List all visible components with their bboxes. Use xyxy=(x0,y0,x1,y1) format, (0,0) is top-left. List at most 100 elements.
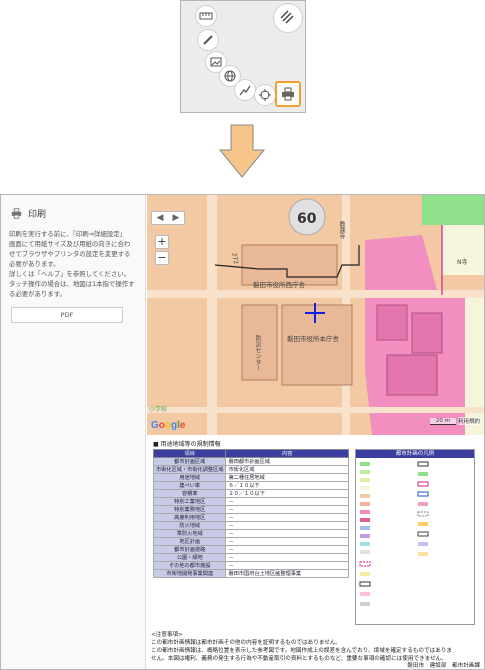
row-value: － xyxy=(225,545,349,554)
table-row: 公園・緑地－ xyxy=(152,553,349,562)
locate-icon xyxy=(259,89,271,101)
legend-swatches xyxy=(359,461,429,606)
route-icon xyxy=(239,85,251,96)
fire-center-label: 防災センター xyxy=(254,335,261,371)
row-key: 市街地開発事業関連 xyxy=(152,569,227,578)
table-header: 内容 xyxy=(225,449,349,458)
zone-number-label: 60 xyxy=(297,211,317,227)
row-value: 第二種住居地域 xyxy=(225,473,349,482)
locate-button[interactable] xyxy=(254,84,276,106)
row-key: 市街化区域・市街化調整区域 xyxy=(152,465,227,474)
legend-panel: 都市計画の凡例 xyxy=(355,449,475,625)
down-arrow-icon xyxy=(219,124,265,178)
row-key: 特別工業地区 xyxy=(152,497,227,506)
table-row: 特別業務地区－ xyxy=(152,505,349,514)
row-key: 建ぺい率 xyxy=(152,481,227,490)
school-label: 小学校 xyxy=(149,406,168,413)
row-value: － xyxy=(225,537,349,546)
table-row: 高度利用地区－ xyxy=(152,513,349,522)
regulation-info: ■ 用途地域等の規制情報 項目 内容 都市計画区域 磐田都市計画区域 市街化区域・市… xyxy=(147,435,484,669)
table-row: 都市計画区域 磐田都市計画区域 xyxy=(152,457,349,466)
map-view[interactable]: ◀ ▶ + − 60 磐田市役所西庁舎 磐田市役所本庁舎 教蓮寺 防災センター 2… xyxy=(147,195,484,435)
menu-button[interactable] xyxy=(273,3,303,33)
row-key: 準防火地域 xyxy=(152,529,227,538)
row-key: 特別業務地区 xyxy=(152,505,227,514)
instruction-line: 印刷を実行する前に、「印刷⇒詳細設定」 xyxy=(9,230,126,238)
temple-label: 教蓮寺 xyxy=(338,221,345,239)
row-value: － xyxy=(225,561,349,570)
table-row: 市街化区域・市街化調整区域 市街化区域 xyxy=(152,465,349,474)
footer-department: 磐田市 建設部 都市計画課 xyxy=(407,663,480,669)
globe-icon xyxy=(224,70,236,82)
regulation-table: 項目 内容 都市計画区域 磐田都市計画区域 市街化区域・市街化調整区域 市街化区域 用途… xyxy=(152,449,349,578)
table-row: 容積率 ２０／１０以下 xyxy=(152,489,349,498)
info-heading: ■ 用途地域等の規制情報 xyxy=(153,441,221,448)
note-line: <注意事項> xyxy=(151,632,183,638)
instruction-line: タッチ操作の場合は、地図は1本指で操作す xyxy=(9,280,135,288)
table-row: 建ぺい率 ６／１０以下 xyxy=(152,481,349,490)
route-button[interactable] xyxy=(234,79,256,101)
print-panel-title: 印刷 xyxy=(28,210,47,220)
row-value: － xyxy=(225,553,349,562)
pdf-button[interactable]: PDF xyxy=(11,307,123,323)
ruler-icon xyxy=(199,12,213,20)
instruction-line: 必要があります。 xyxy=(9,260,60,268)
measure-button[interactable] xyxy=(195,5,217,27)
print-icon xyxy=(282,87,294,101)
row-key: 地区計画 xyxy=(152,537,227,546)
zoom-in-button[interactable]: + xyxy=(155,235,169,249)
table-row: 防火地域－ xyxy=(152,521,349,530)
table-row: 市街地開発事業関連 磐田市国府台土地区画整理事業 xyxy=(152,569,349,578)
print-button[interactable] xyxy=(275,81,301,107)
row-key: 容積率 xyxy=(152,489,227,498)
menu-icon xyxy=(280,10,294,24)
table-row: 特別工業地区－ xyxy=(152,497,349,506)
row-key: 用途地域 xyxy=(152,473,227,482)
row-key: 公園・緑地 xyxy=(152,553,227,562)
instruction-line: せてブラウザやプリンタの設定を変更する xyxy=(9,250,131,258)
row-key: 都市計画区域 xyxy=(152,457,227,466)
notes-block: <注意事項> この都市計画情報は都市計画その他の内容を証明するものではありません… xyxy=(151,631,481,663)
table-row: 用途地域 第二種住居地域 xyxy=(152,473,349,482)
n-temple-label: N寺 xyxy=(457,259,468,266)
legend-title: 都市計画の凡例 xyxy=(356,450,474,458)
instruction-line: る必要があります。 xyxy=(9,290,66,298)
print-side-panel: 印刷 印刷を実行する前に、「印刷⇒詳細設定」 画面にて用紙サイズ及び用紙の向きに… xyxy=(1,195,146,669)
arrow-left-icon: ◀ xyxy=(156,213,164,223)
pencil-icon xyxy=(203,35,213,45)
arrow-right-icon: ▶ xyxy=(172,213,180,223)
row-value: － xyxy=(225,529,349,538)
city-hall-west-label: 磐田市役所西庁舎 xyxy=(253,281,305,289)
draw-button[interactable] xyxy=(197,29,219,51)
print-preview-window: 印刷 印刷を実行する前に、「印刷⇒詳細設定」 画面にて用紙サイズ及び用紙の向きに… xyxy=(0,194,485,670)
city-hall-main-label: 磐田市役所本庁舎 xyxy=(287,335,339,343)
row-value: 磐田市国府台土地区画整理事業 xyxy=(225,569,349,578)
map-nav-arrows[interactable]: ◀ ▶ xyxy=(151,211,185,225)
row-key: 高度利用地区 xyxy=(152,513,227,522)
row-value: ６／１０以下 xyxy=(225,481,349,490)
print-panel-header: 印刷 xyxy=(11,207,46,220)
note-line: この都市計画情報は都市計画その他の内容を証明するものではありません。 xyxy=(151,640,342,646)
terms-link[interactable]: 利用規約 xyxy=(457,417,480,425)
row-value: 市街化区域 xyxy=(225,465,349,474)
scale-bar: 20 m xyxy=(429,418,456,425)
row-value: － xyxy=(225,497,349,506)
table-row: 地区計画－ xyxy=(152,537,349,546)
map-tool-panel xyxy=(180,0,306,113)
instruction-line: 画面にて用紙サイズ及び用紙の向きに合わ xyxy=(9,240,131,248)
google-logo: Google xyxy=(151,420,186,431)
row-value: ２０／１０以下 xyxy=(225,489,349,498)
row-key: その他の都市施設 xyxy=(152,561,227,570)
row-value: 磐田都市計画区域 xyxy=(225,457,349,466)
row-key: 都市計画道路 xyxy=(152,545,227,554)
print-icon xyxy=(11,208,22,219)
row-value: － xyxy=(225,521,349,530)
table-row: 準防火地域－ xyxy=(152,529,349,538)
table-header: 項目 xyxy=(152,449,227,458)
instruction-line: 詳しくは「ヘルプ」を参照してください。 xyxy=(9,270,131,278)
row-value: － xyxy=(225,505,349,514)
zoom-out-button[interactable]: − xyxy=(155,251,169,265)
print-instructions: 印刷を実行する前に、「印刷⇒詳細設定」 画面にて用紙サイズ及び用紙の向きに合わ … xyxy=(9,229,141,299)
map-canvas xyxy=(147,195,484,435)
image-icon xyxy=(210,57,222,67)
